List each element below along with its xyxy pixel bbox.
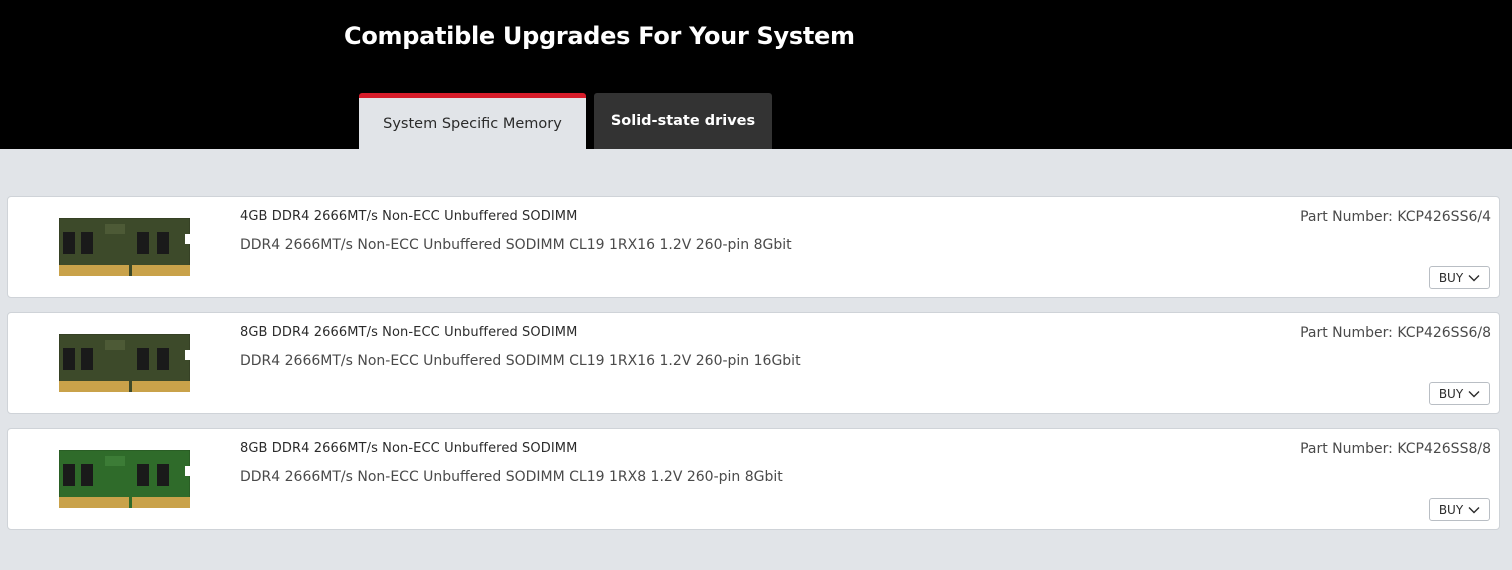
part-number: Part Number: KCP426SS6/4 bbox=[1300, 209, 1491, 225]
chevron-down-icon bbox=[1468, 390, 1480, 397]
buy-button[interactable]: BUY bbox=[1429, 498, 1490, 521]
product-name: 8GB DDR4 2666MT/s Non-ECC Unbuffered SOD… bbox=[240, 325, 578, 340]
part-number: Part Number: KCP426SS6/8 bbox=[1300, 325, 1491, 341]
product-card: 8GB DDR4 2666MT/s Non-ECC Unbuffered SOD… bbox=[7, 428, 1500, 530]
buy-label: BUY bbox=[1438, 270, 1464, 285]
page-title: Compatible Upgrades For Your System bbox=[344, 22, 855, 50]
product-description: DDR4 2666MT/s Non-ECC Unbuffered SODIMM … bbox=[240, 469, 783, 485]
product-description: DDR4 2666MT/s Non-ECC Unbuffered SODIMM … bbox=[240, 237, 792, 253]
product-name: 8GB DDR4 2666MT/s Non-ECC Unbuffered SOD… bbox=[240, 441, 578, 456]
buy-label: BUY bbox=[1438, 502, 1464, 517]
sodimm-memory-module-icon bbox=[59, 450, 190, 508]
buy-button[interactable]: BUY bbox=[1429, 266, 1490, 289]
product-description: DDR4 2666MT/s Non-ECC Unbuffered SODIMM … bbox=[240, 353, 801, 369]
buy-button[interactable]: BUY bbox=[1429, 382, 1490, 405]
part-number: Part Number: KCP426SS8/8 bbox=[1300, 441, 1491, 457]
sodimm-memory-module-icon bbox=[59, 218, 190, 276]
product-card: 4GB DDR4 2666MT/s Non-ECC Unbuffered SOD… bbox=[7, 196, 1500, 298]
product-card: 8GB DDR4 2666MT/s Non-ECC Unbuffered SOD… bbox=[7, 312, 1500, 414]
tab-solid-state-drives[interactable]: Solid-state drives bbox=[594, 93, 772, 149]
buy-label: BUY bbox=[1438, 386, 1464, 401]
tab-system-specific-memory[interactable]: System Specific Memory bbox=[359, 93, 586, 149]
page-header: Compatible Upgrades For Your System Syst… bbox=[0, 0, 1512, 149]
product-name: 4GB DDR4 2666MT/s Non-ECC Unbuffered SOD… bbox=[240, 209, 578, 224]
chevron-down-icon bbox=[1468, 274, 1480, 281]
sodimm-memory-module-icon bbox=[59, 334, 190, 392]
chevron-down-icon bbox=[1468, 506, 1480, 513]
